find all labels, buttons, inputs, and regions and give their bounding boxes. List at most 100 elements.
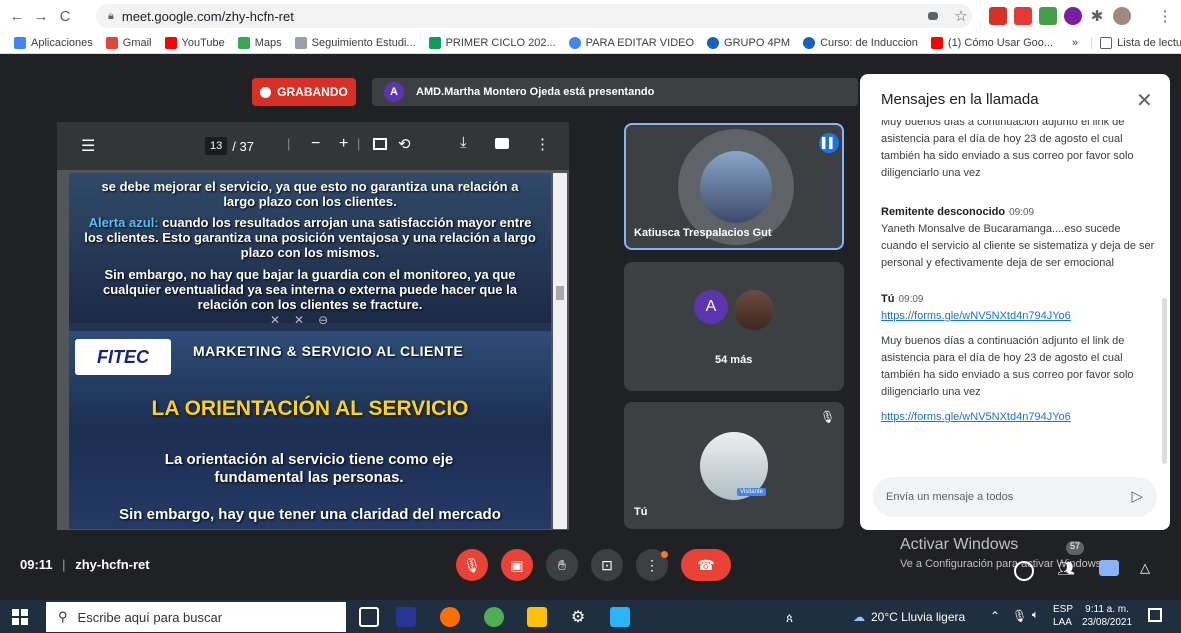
page-number-input[interactable]: 13	[205, 137, 228, 155]
notifications-icon[interactable]	[1148, 608, 1162, 622]
slide-header: MARKETING & SERVICIO AL CLIENTE	[193, 343, 464, 359]
bookmark-item[interactable]: (1) Cómo Usar Goo...	[930, 36, 1053, 49]
speaking-icon: ▌▌	[819, 133, 839, 153]
pdf-scrollbar[interactable]	[553, 173, 567, 529]
language-indicator[interactable]: ESP LAA	[1053, 603, 1073, 629]
raise-hand-button[interactable]: ✋︎	[546, 549, 578, 581]
slide-text: Sin embargo, hay que tener una claridad …	[119, 506, 501, 523]
bookmark-item[interactable]: YouTube	[164, 36, 225, 49]
fitec-logo: FITEC	[75, 339, 171, 375]
extension-icon[interactable]	[1064, 7, 1082, 25]
rotate-icon[interactable]: ⟲	[398, 135, 411, 153]
end-call-button[interactable]: ☎︎	[681, 549, 731, 581]
people-tray-icon[interactable]: ጰ	[786, 611, 793, 626]
menu-dots-icon[interactable]: ⋮	[1154, 5, 1176, 27]
present-button[interactable]: ⊡	[591, 549, 623, 581]
bookmark-item[interactable]: GRUPO 4PM	[707, 36, 790, 49]
chevron-up-icon[interactable]: ⌃	[990, 609, 1000, 623]
firefox-icon[interactable]	[440, 607, 460, 627]
message-link[interactable]: https://forms.gle/wNV5NXtd4n794JYo6	[881, 409, 1155, 426]
avatar: A	[694, 290, 728, 324]
more-options-icon[interactable]: ⋮	[535, 135, 550, 153]
chrome-icon[interactable]	[484, 607, 504, 627]
maps-icon	[237, 36, 250, 49]
clock[interactable]: 9:11 a. m. 23/08/2021	[1082, 603, 1132, 629]
extension-icon[interactable]	[989, 7, 1007, 25]
print-icon[interactable]	[495, 138, 509, 149]
chat-input[interactable]: Envía un mensaje a todos ▷	[873, 477, 1157, 517]
bookmark-item[interactable]: PRIMER CICLO 202...	[428, 36, 556, 49]
participant-name: Katiusca Trespalacios Gut	[634, 227, 772, 239]
chat-messages: Muy buenos días a continuación adjunto e…	[881, 120, 1155, 470]
weather-widget[interactable]: ☁︎ 20°C Lluvia ligera	[853, 610, 965, 624]
chat-message: Muy buenos días a continuación adjunto e…	[881, 120, 1155, 182]
participant-tile[interactable]: 🎙︎ Visitante Tú	[624, 402, 844, 529]
app-icon[interactable]	[396, 607, 416, 627]
avatar	[734, 290, 774, 330]
chat-icon[interactable]	[1099, 560, 1119, 576]
message-time: 09:09	[898, 294, 924, 305]
settings-gear-icon[interactable]: ⚙︎	[568, 607, 588, 627]
apps-grid-icon	[14, 36, 26, 49]
chat-panel: Mensajes en la llamada ✕ Muy buenos días…	[860, 74, 1170, 530]
more-options-icon: ⋮	[645, 556, 659, 573]
meeting-code: zhy-hcfn-ret	[75, 557, 150, 572]
extension-icon[interactable]	[1039, 7, 1057, 25]
message-text: Muy buenos días a continuación adjunto e…	[881, 335, 1134, 398]
message-text: Yaneth Monsalve de Bucaramanga....eso su…	[881, 223, 1155, 269]
info-icon[interactable]	[1014, 561, 1034, 581]
download-icon[interactable]: ⤓	[460, 134, 467, 151]
forward-icon[interactable]: →	[30, 5, 52, 27]
camera-toggle-button[interactable]: ▣	[501, 549, 533, 581]
extension-icon[interactable]	[1014, 7, 1032, 25]
bookmark-item[interactable]: PARA EDITAR VIDEO	[568, 36, 694, 49]
volume-icon[interactable]: 🔈︎	[1032, 609, 1039, 622]
task-view-icon[interactable]	[359, 607, 379, 627]
message-link[interactable]: https://forms.gle/wNV5NXtd4n794JYo6	[881, 308, 1155, 325]
divider: |	[357, 136, 361, 151]
bookmark-item[interactable]: Maps	[237, 36, 282, 49]
participant-tile[interactable]: A 54 más	[624, 262, 844, 391]
hand-icon: ✋︎	[558, 556, 566, 573]
browser-toolbar: ← → C 🔒︎ meet.google.com/zhy-hcfn-ret ☆ …	[0, 0, 1181, 32]
reading-list[interactable]: Lista de lectura	[1091, 36, 1181, 49]
bookmark-item[interactable]: Seguimiento Estudi...	[294, 36, 416, 49]
bookmark-item[interactable]: Aplicaciones	[14, 36, 93, 49]
zoom-in-icon[interactable]: +	[339, 135, 348, 153]
bookmark-item[interactable]: Curso: de Induccion	[803, 36, 918, 49]
zoom-out-icon[interactable]: −	[311, 135, 320, 153]
muted-overlay-icons: ✕✕⊖	[270, 313, 343, 327]
avatar: A	[384, 82, 404, 102]
profile-avatar[interactable]	[1113, 7, 1131, 25]
bookmarks-overflow[interactable]: »	[1072, 37, 1078, 49]
pdf-toolbar: ☰ 13 / 37 | − + | ⟲ ⤓ ⋮	[57, 122, 569, 170]
file-explorer-icon[interactable]	[527, 607, 547, 627]
mic-tray-icon[interactable]: 🎙︎	[1012, 609, 1027, 623]
people-icon[interactable]: 👥︎	[1057, 560, 1081, 578]
close-icon[interactable]: ✕	[1136, 88, 1153, 113]
notification-dot	[661, 551, 668, 558]
reload-icon[interactable]: C	[54, 5, 76, 27]
pdf-page-content: se debe mejorar el servicio, ya que esto…	[69, 173, 551, 529]
chat-scrollbar[interactable]	[1162, 298, 1167, 464]
fit-page-icon[interactable]	[373, 138, 387, 150]
participant-name: Tú	[634, 506, 648, 518]
lock-icon: 🔒︎	[108, 9, 114, 22]
back-icon[interactable]: ←	[6, 5, 28, 27]
send-icon[interactable]: ▷	[1131, 487, 1143, 505]
bookmark-item[interactable]: Gmail	[105, 36, 152, 49]
photos-icon[interactable]	[610, 607, 630, 627]
star-icon[interactable]: ☆	[950, 5, 972, 27]
hamburger-menu-icon[interactable]: ☰	[81, 136, 95, 156]
windows-start-icon[interactable]	[12, 609, 28, 625]
participants-count-badge: 57	[1066, 541, 1084, 555]
presentation-pdf-viewer: ☰ 13 / 37 | − + | ⟲ ⤓ ⋮ se debe mejorar …	[57, 122, 569, 530]
taskbar-search[interactable]: ⚲ Escribe aquí para buscar	[46, 602, 346, 632]
puzzle-icon[interactable]: ✱	[1086, 5, 1108, 27]
camera-icon[interactable]	[928, 12, 938, 20]
pdf-scrollbar-thumb[interactable]	[556, 286, 564, 300]
activities-icon[interactable]: △	[1140, 560, 1150, 576]
address-bar[interactable]: 🔒︎ meet.google.com/zhy-hcfn-ret	[96, 4, 972, 28]
mic-toggle-button[interactable]: 🎙︎	[456, 549, 488, 581]
participant-tile[interactable]: ▌▌ Katiusca Trespalacios Gut	[624, 123, 844, 250]
